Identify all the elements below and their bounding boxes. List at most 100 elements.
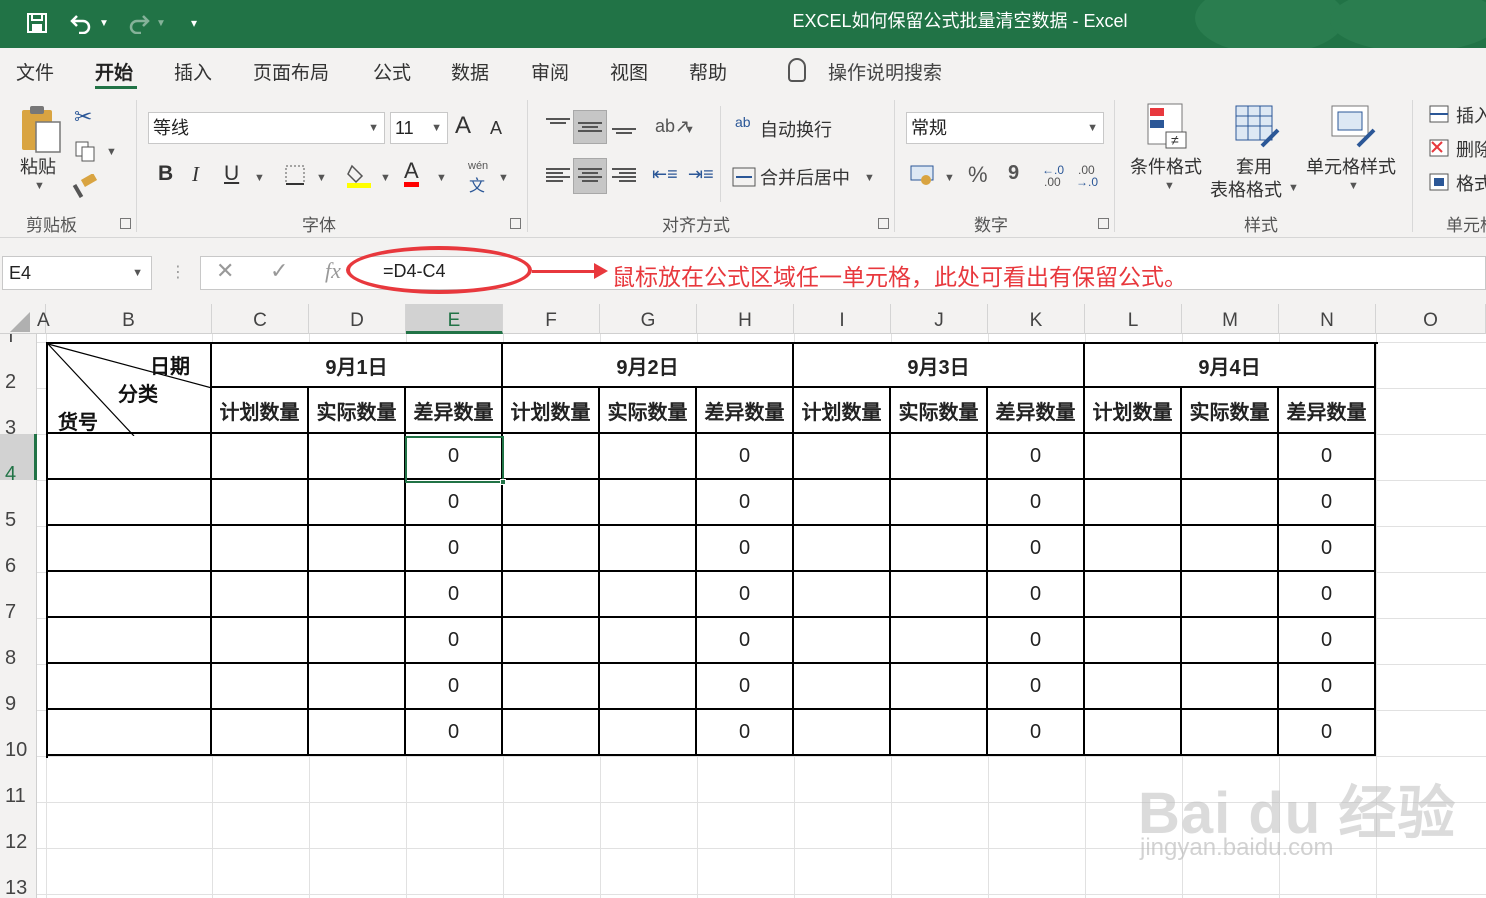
- row-header-13[interactable]: 13: [0, 848, 37, 898]
- save-icon[interactable]: [24, 10, 50, 36]
- cell-styles-button[interactable]: 单元格样式: [1306, 153, 1396, 179]
- diff-cell[interactable]: 0: [1279, 572, 1376, 618]
- diff-cell[interactable]: 0: [988, 572, 1085, 618]
- date-header-1[interactable]: 9月1日: [212, 344, 503, 388]
- data-cell[interactable]: [891, 618, 988, 664]
- undo-icon[interactable]: [66, 10, 96, 36]
- row-header-9[interactable]: 9: [0, 664, 37, 715]
- diff-cell[interactable]: 0: [988, 526, 1085, 572]
- diff-cell[interactable]: 0: [697, 572, 794, 618]
- phonetic-top[interactable]: wén: [468, 160, 488, 172]
- insert-function-button[interactable]: fx: [325, 258, 341, 284]
- sub-header[interactable]: 差异数量: [406, 388, 503, 434]
- underline-dropdown-icon[interactable]: ▼: [254, 172, 265, 184]
- tab-review[interactable]: 审阅: [531, 58, 569, 85]
- diff-cell[interactable]: 0: [697, 480, 794, 526]
- format-painter-icon[interactable]: [72, 173, 98, 203]
- data-cell[interactable]: [309, 480, 406, 526]
- data-cell[interactable]: [794, 664, 891, 710]
- number-format-select[interactable]: 常规 ▼: [906, 112, 1104, 144]
- insert-cells-button[interactable]: 插入: [1456, 102, 1486, 128]
- delete-cells-button[interactable]: 删除: [1456, 136, 1486, 162]
- percent-button[interactable]: %: [968, 162, 988, 188]
- data-cell[interactable]: [1182, 434, 1279, 480]
- row-header-6[interactable]: 6: [0, 526, 37, 577]
- insert-cells-icon[interactable]: [1428, 104, 1450, 129]
- data-cell[interactable]: [1085, 526, 1182, 572]
- border-dropdown-icon[interactable]: ▼: [316, 172, 327, 184]
- row-header-5[interactable]: 5: [0, 480, 37, 531]
- data-cell[interactable]: [1085, 572, 1182, 618]
- data-cell[interactable]: [212, 572, 309, 618]
- sub-header[interactable]: 实际数量: [891, 388, 988, 434]
- align-left-icon[interactable]: [546, 166, 570, 184]
- data-cell[interactable]: [600, 710, 697, 756]
- sub-header[interactable]: 计划数量: [503, 388, 600, 434]
- underline-button[interactable]: U: [224, 162, 239, 186]
- border-icon[interactable]: [284, 164, 306, 191]
- data-cell[interactable]: [891, 480, 988, 526]
- row-header-4[interactable]: 4: [0, 434, 37, 485]
- font-color-dropdown-icon[interactable]: ▼: [436, 172, 447, 184]
- item-cell[interactable]: [48, 710, 212, 756]
- data-cell[interactable]: [794, 572, 891, 618]
- fill-color-dropdown-icon[interactable]: ▼: [380, 172, 391, 184]
- column-header-D[interactable]: D: [309, 304, 406, 334]
- sub-header[interactable]: 差异数量: [1279, 388, 1376, 434]
- cancel-formula-button[interactable]: ✕: [216, 258, 234, 284]
- item-cell[interactable]: [48, 526, 212, 572]
- fill-handle[interactable]: [500, 479, 506, 485]
- diff-cell[interactable]: 0: [1279, 618, 1376, 664]
- data-cell[interactable]: [212, 710, 309, 756]
- format-as-table-icon[interactable]: [1234, 102, 1280, 155]
- phonetic-icon[interactable]: 文: [469, 172, 485, 196]
- diff-cell[interactable]: 0: [988, 434, 1085, 480]
- diff-cell[interactable]: 0: [406, 618, 503, 664]
- customize-quick-access-icon[interactable]: ▾: [186, 10, 202, 36]
- tab-help[interactable]: 帮助: [689, 58, 727, 85]
- format-as-table-bottom[interactable]: 表格格式: [1210, 176, 1282, 202]
- column-header-N[interactable]: N: [1279, 304, 1376, 334]
- data-cell[interactable]: [1182, 710, 1279, 756]
- italic-button[interactable]: I: [192, 162, 199, 187]
- data-cell[interactable]: [794, 526, 891, 572]
- row-header-12[interactable]: 12: [0, 802, 37, 853]
- data-cell[interactable]: [503, 664, 600, 710]
- row-header-8[interactable]: 8: [0, 618, 37, 669]
- copy-dropdown-icon[interactable]: ▼: [106, 146, 117, 158]
- column-header-B[interactable]: B: [46, 304, 212, 334]
- data-cell[interactable]: [1182, 664, 1279, 710]
- data-cell[interactable]: [1182, 572, 1279, 618]
- paste-dropdown-icon[interactable]: ▼: [34, 180, 45, 192]
- item-cell[interactable]: [48, 572, 212, 618]
- column-header-A[interactable]: A: [37, 304, 50, 334]
- align-right-icon[interactable]: [612, 166, 636, 184]
- sub-header[interactable]: 计划数量: [212, 388, 309, 434]
- data-cell[interactable]: [309, 664, 406, 710]
- font-size-select[interactable]: 11 ▼: [390, 112, 448, 144]
- format-cells-icon[interactable]: [1428, 172, 1450, 197]
- number-launcher-icon[interactable]: [1098, 218, 1109, 229]
- orientation-dropdown-icon[interactable]: ▼: [684, 124, 695, 136]
- align-bottom-icon[interactable]: [612, 126, 636, 144]
- data-cell[interactable]: [212, 526, 309, 572]
- data-cell[interactable]: [600, 526, 697, 572]
- diff-cell[interactable]: 0: [406, 526, 503, 572]
- data-cell[interactable]: [891, 710, 988, 756]
- data-cell[interactable]: [794, 618, 891, 664]
- column-header-F[interactable]: F: [503, 304, 600, 334]
- data-cell[interactable]: [600, 664, 697, 710]
- data-cell[interactable]: [503, 526, 600, 572]
- data-cell[interactable]: [503, 710, 600, 756]
- alignment-launcher-icon[interactable]: [878, 218, 889, 229]
- column-header-L[interactable]: L: [1085, 304, 1182, 334]
- diff-cell[interactable]: 0: [988, 710, 1085, 756]
- data-cell[interactable]: [309, 572, 406, 618]
- tell-me-search[interactable]: 操作说明搜索: [828, 58, 942, 85]
- sub-header[interactable]: 计划数量: [1085, 388, 1182, 434]
- data-cell[interactable]: [891, 434, 988, 480]
- column-header-E[interactable]: E: [406, 304, 503, 334]
- column-header-M[interactable]: M: [1182, 304, 1279, 334]
- diff-cell[interactable]: 0: [406, 572, 503, 618]
- align-top-icon[interactable]: [546, 116, 570, 134]
